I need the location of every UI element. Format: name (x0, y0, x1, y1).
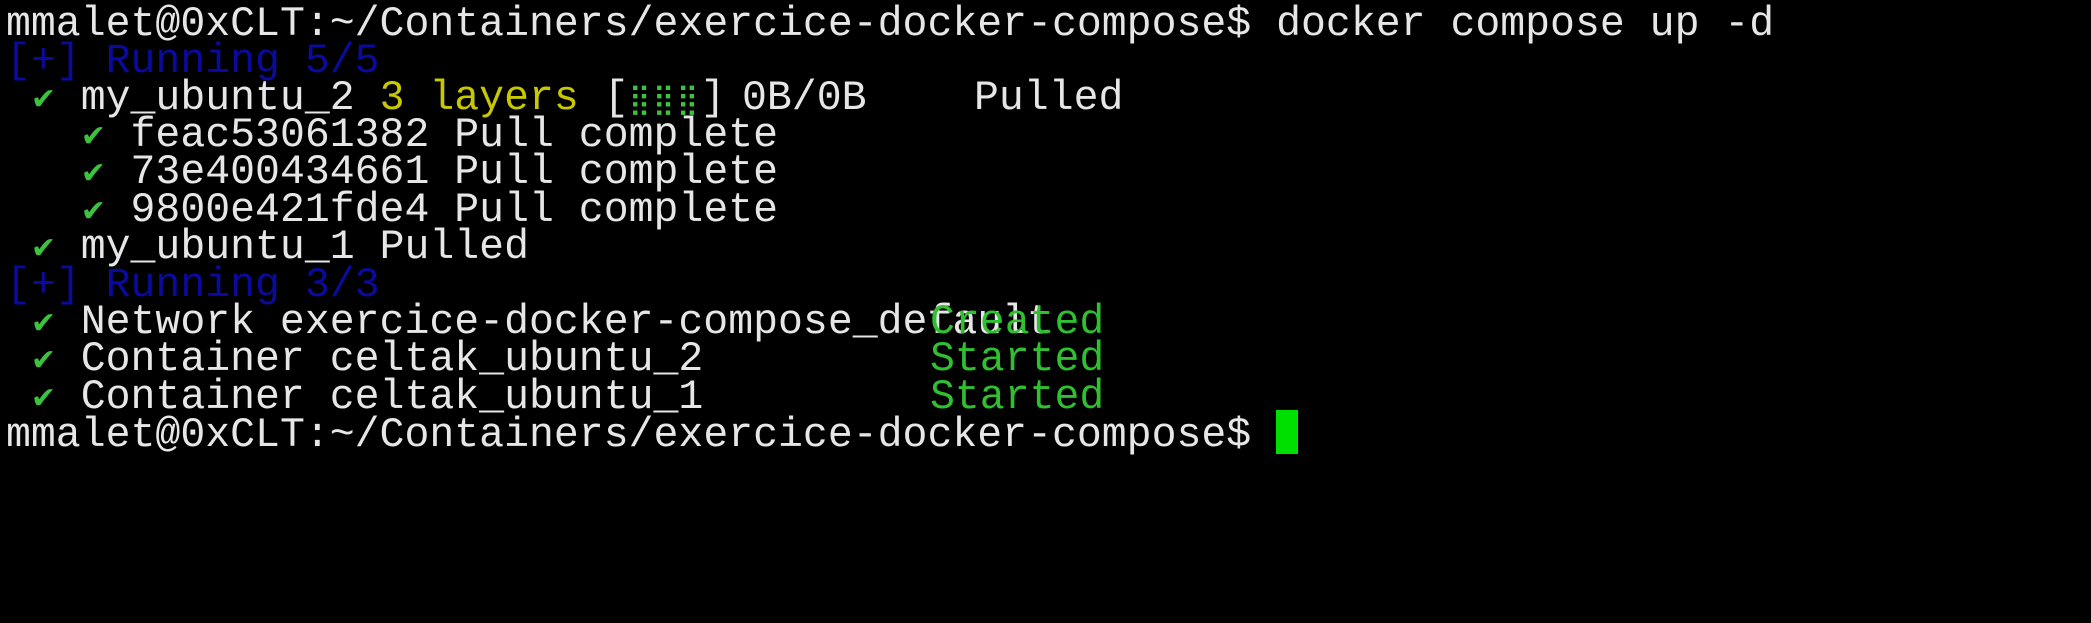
service-status: Pulled (974, 75, 1124, 122)
prompt-line[interactable]: mmalet@0xCLT:~/Containers/exercice-docke… (6, 410, 1299, 460)
service-status: Pulled (379, 224, 529, 271)
shell-prompt: mmalet@0xCLT:~/Containers/exercice-docke… (6, 412, 1252, 459)
terminal-window[interactable]: mmalet@0xCLT:~/Containers/exercice-docke… (0, 0, 2091, 623)
text-cursor[interactable] (1276, 410, 1299, 454)
command-text: docker compose up -d (1276, 1, 1775, 48)
